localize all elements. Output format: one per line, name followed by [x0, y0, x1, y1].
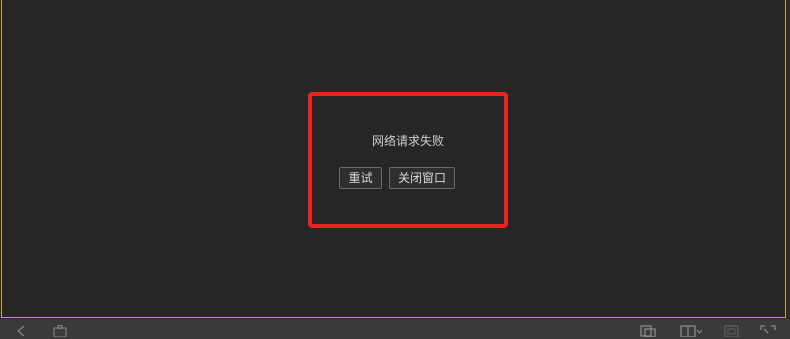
- arrow-left-icon[interactable]: [16, 325, 26, 339]
- fullscreen-icon[interactable]: [760, 325, 776, 339]
- error-dialog: 网络请求失败 重试 关闭窗口: [308, 92, 508, 228]
- window-icon[interactable]: [724, 325, 740, 339]
- close-window-button[interactable]: 关闭窗口: [389, 167, 455, 189]
- bottom-toolbar: [0, 319, 790, 339]
- layout-icon[interactable]: [680, 325, 702, 339]
- puzzle-icon[interactable]: [52, 325, 68, 339]
- app-window: 网络请求失败 重试 关闭窗口: [0, 0, 790, 339]
- retry-button[interactable]: 重试: [339, 167, 382, 189]
- error-message: 网络请求失败: [371, 134, 444, 148]
- copy-icon[interactable]: [640, 325, 656, 339]
- content-area: 网络请求失败 重试 关闭窗口: [1, 0, 786, 318]
